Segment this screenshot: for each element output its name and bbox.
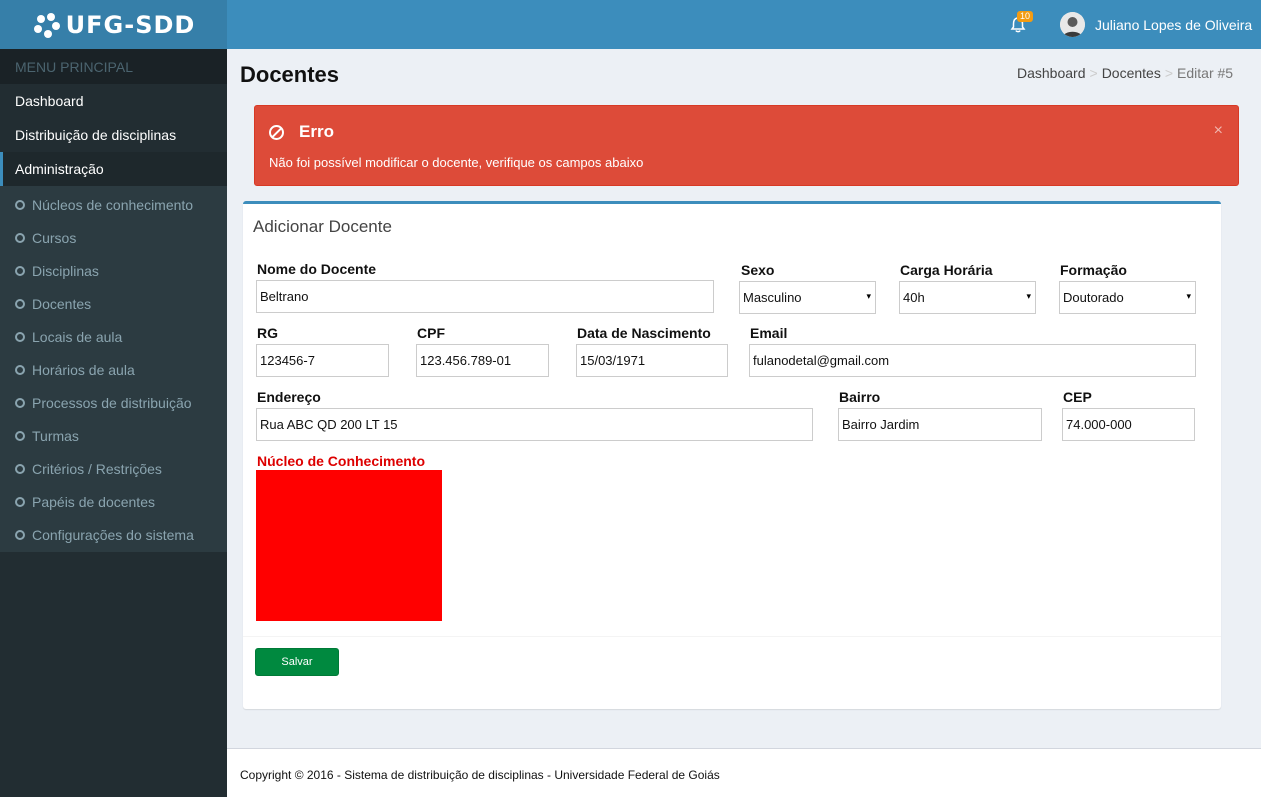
- nucleo-multiselect[interactable]: [256, 470, 442, 621]
- submenu-label: Cursos: [32, 229, 77, 246]
- submenu-label: Configurações do sistema: [32, 526, 194, 543]
- email-input[interactable]: fulanodetal@gmail.com: [749, 344, 1196, 377]
- nascimento-label: Data de Nascimento: [577, 325, 711, 341]
- form-footer: Salvar: [243, 636, 1221, 712]
- submenu-label: Horários de aula: [32, 361, 135, 378]
- rg-input[interactable]: 123456-7: [256, 344, 389, 377]
- formacao-select[interactable]: Doutorado: [1059, 281, 1196, 314]
- formacao-label: Formação: [1060, 262, 1127, 278]
- save-button[interactable]: Salvar: [255, 648, 339, 676]
- alert-message: Não foi possível modificar o docente, ve…: [269, 155, 644, 170]
- email-label: Email: [750, 325, 788, 341]
- submenu-label: Critérios / Restrições: [32, 460, 162, 477]
- circle-icon: [15, 265, 25, 276]
- circle-icon: [15, 364, 25, 375]
- top-navbar: 10 Juliano Lopes de Oliveira: [227, 0, 1261, 49]
- carga-value: 40h: [903, 290, 925, 305]
- sexo-label: Sexo: [741, 262, 775, 278]
- page-footer: Copyright © 2016 - Sistema de distribuiç…: [227, 748, 1261, 797]
- submenu-item-cursos[interactable]: Cursos: [0, 221, 227, 254]
- submenu-item-turmas[interactable]: Turmas: [0, 419, 227, 452]
- nome-label: Nome do Docente: [257, 261, 377, 277]
- ban-icon: [269, 124, 284, 140]
- logo[interactable]: UFG-SDD: [0, 0, 227, 49]
- breadcrumb-separator: >: [1089, 65, 1098, 81]
- submenu-item-docentes[interactable]: Docentes: [0, 287, 227, 320]
- submenu-item-horarios[interactable]: Horários de aula: [0, 353, 227, 386]
- sidebar-item-dashboard[interactable]: Dashboard: [0, 84, 227, 118]
- submenu-item-locais[interactable]: Locais de aula: [0, 320, 227, 353]
- sexo-select[interactable]: Masculino: [739, 281, 876, 314]
- submenu-item-nucleos[interactable]: Núcleos de conhecimento: [0, 188, 227, 221]
- bairro-label: Bairro: [839, 389, 881, 405]
- endereco-label: Endereço: [257, 389, 321, 405]
- submenu-label: Docentes: [32, 295, 92, 312]
- form-body: Nome do Docente Beltrano Sexo Masculino …: [243, 238, 1221, 636]
- copyright-text: Copyright © 2016 - Sistema de distribuiç…: [240, 768, 720, 782]
- bairro-input[interactable]: Bairro Jardim: [838, 408, 1042, 441]
- nascimento-input[interactable]: 15/03/1971: [576, 344, 728, 377]
- form-box: Adicionar Docente Nome do Docente Beltra…: [243, 201, 1221, 709]
- submenu-item-criterios[interactable]: Critérios / Restrições: [0, 452, 227, 485]
- submenu-item-papeis[interactable]: Papéis de docentes: [0, 485, 227, 518]
- admin-submenu: Núcleos de conhecimento Cursos Disciplin…: [0, 186, 227, 552]
- form-title: Adicionar Docente: [253, 217, 392, 236]
- circle-icon: [15, 331, 25, 342]
- circle-icon: [15, 430, 25, 441]
- notification-badge: 10: [1017, 11, 1034, 22]
- cpf-label: CPF: [417, 325, 445, 341]
- user-name[interactable]: Juliano Lopes de Oliveira: [1095, 17, 1252, 33]
- submenu-label: Núcleos de conhecimento: [32, 196, 194, 213]
- submenu-label: Papéis de docentes: [32, 493, 155, 510]
- circle-icon: [15, 529, 25, 540]
- sidebar-item-distribuicao[interactable]: Distribuição de disciplinas: [0, 118, 227, 152]
- submenu-item-configuracoes[interactable]: Configurações do sistema: [0, 518, 227, 551]
- endereco-input[interactable]: Rua ABC QD 200 LT 15: [256, 408, 813, 441]
- close-icon[interactable]: ×: [1214, 122, 1223, 140]
- circle-icon: [15, 199, 25, 210]
- page-title: Docentes: [240, 62, 340, 87]
- sidebar: UFG-SDD MENU PRINCIPAL Dashboard Distrib…: [0, 0, 227, 797]
- breadcrumb-separator: >: [1164, 65, 1174, 81]
- rg-label: RG: [257, 325, 278, 341]
- breadcrumb-docentes[interactable]: Docentes: [1102, 65, 1161, 81]
- error-alert: Erro Não foi possível modificar o docent…: [254, 105, 1239, 186]
- submenu-label: Disciplinas: [32, 262, 99, 279]
- sexo-value: Masculino: [743, 290, 802, 305]
- submenu-label: Locais de aula: [32, 328, 123, 345]
- nome-input[interactable]: Beltrano: [256, 280, 714, 313]
- breadcrumb-current: Editar #5: [1177, 65, 1234, 81]
- alert-title-text: Erro: [299, 122, 334, 141]
- cep-label: CEP: [1063, 389, 1092, 405]
- cpf-input[interactable]: 123.456.789-01: [416, 344, 549, 377]
- carga-select[interactable]: 40h: [899, 281, 1036, 314]
- circle-icon: [15, 397, 25, 408]
- carga-label: Carga Horária: [900, 262, 993, 278]
- alert-title: Erro: [269, 122, 334, 142]
- sidebar-item-administracao[interactable]: Administração: [0, 152, 227, 186]
- menu-header: MENU PRINCIPAL: [0, 49, 227, 84]
- nucleo-label: Núcleo de Conhecimento: [257, 453, 426, 469]
- circle-icon: [15, 298, 25, 309]
- submenu-label: Turmas: [32, 427, 79, 444]
- circle-icon: [15, 496, 25, 507]
- circle-icon: [15, 232, 25, 243]
- formacao-value: Doutorado: [1063, 290, 1124, 305]
- submenu-item-disciplinas[interactable]: Disciplinas: [0, 254, 227, 287]
- hexagon-logo-icon: [33, 12, 60, 38]
- breadcrumb-dashboard[interactable]: Dashboard: [1017, 65, 1086, 81]
- submenu-label: Processos de distribuição: [32, 394, 192, 411]
- logo-text: UFG-SDD: [65, 10, 196, 39]
- avatar[interactable]: [1060, 12, 1085, 37]
- submenu-item-processos[interactable]: Processos de distribuição: [0, 386, 227, 419]
- cep-input[interactable]: 74.000-000: [1062, 408, 1195, 441]
- breadcrumb: Dashboard > Docentes > Editar #5: [1017, 65, 1233, 81]
- circle-icon: [15, 463, 25, 474]
